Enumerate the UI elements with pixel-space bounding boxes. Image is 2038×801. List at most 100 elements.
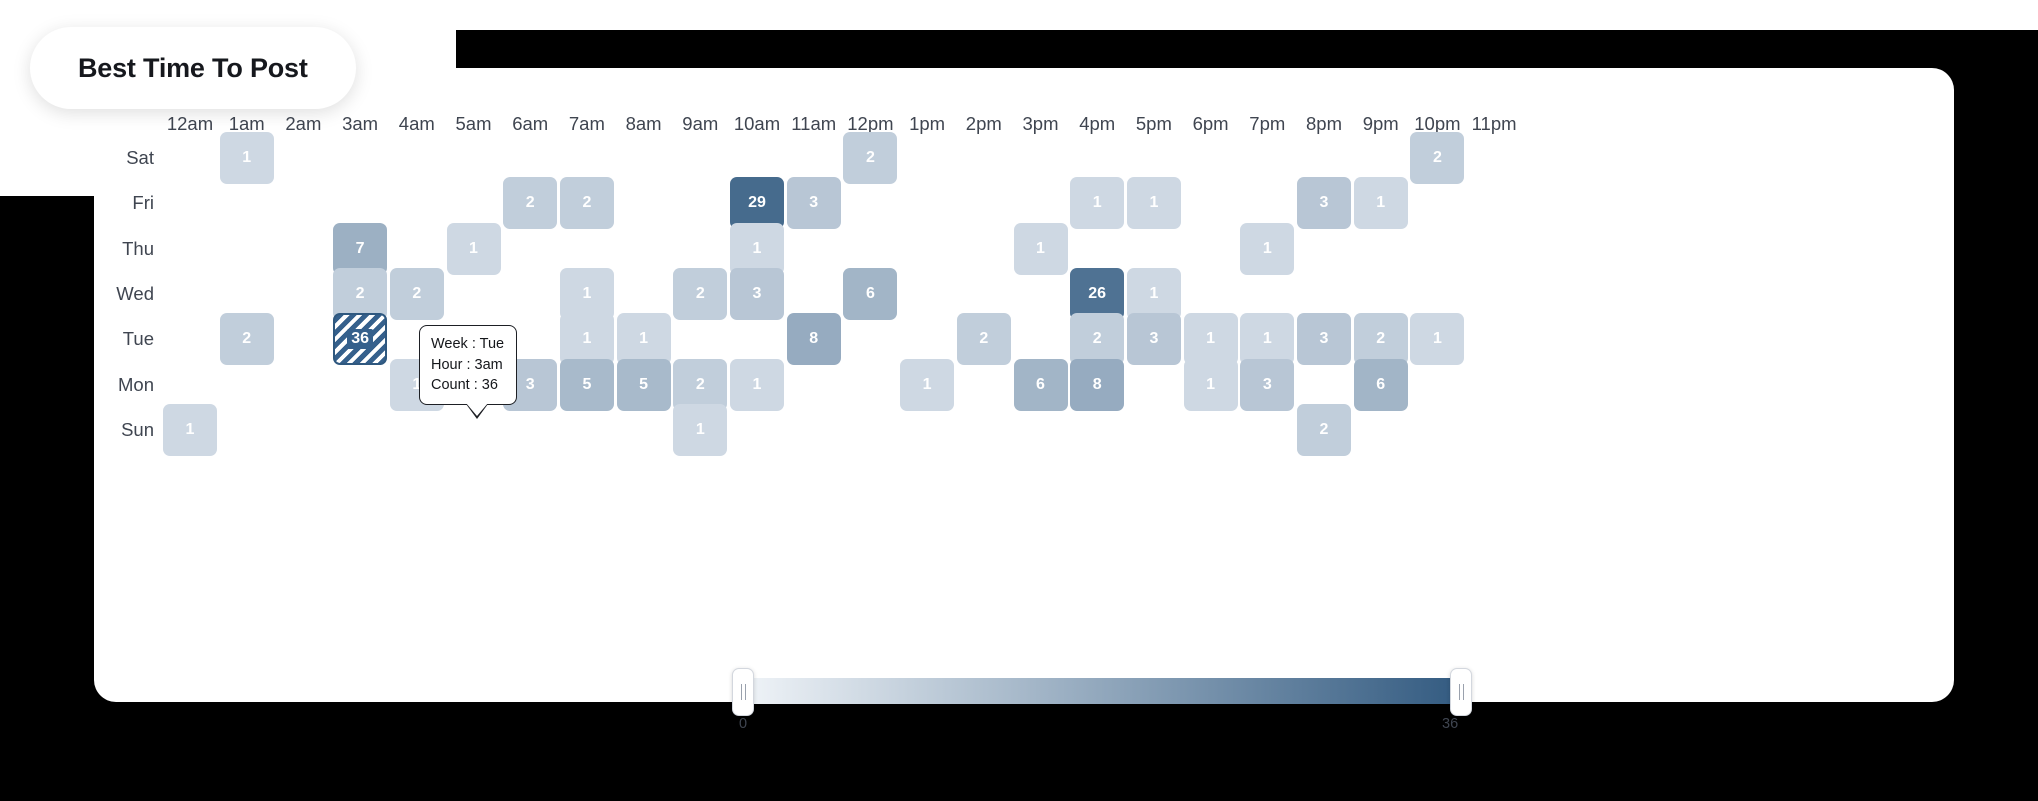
heatmap-cell-tue-7pm[interactable]: 1 xyxy=(1240,313,1295,366)
day-label-Sat: Sat xyxy=(126,147,154,168)
heatmap-cell-mon-9pm[interactable]: 6 xyxy=(1353,358,1408,411)
hour-header-5am: 5am xyxy=(455,113,492,134)
heatmap-cell-value: 2 xyxy=(525,194,535,212)
color-scale-min-handle[interactable] xyxy=(732,668,754,716)
heatmap-cell-sun-12am[interactable]: 1 xyxy=(163,403,217,456)
heatmap-cell-value: 8 xyxy=(809,330,819,348)
heatmap-cell-tue-9pm[interactable]: 2 xyxy=(1353,313,1408,366)
hour-header-4pm: 4pm xyxy=(1079,113,1116,134)
heatmap-cell-thu-10am[interactable]: 1 xyxy=(730,222,784,275)
hour-header-6pm: 6pm xyxy=(1192,113,1229,134)
heatmap-cell-mon-7am[interactable]: 5 xyxy=(559,358,614,411)
tooltip-week-line: Week : Tue xyxy=(431,336,505,352)
heatmap-cell-fri-9pm[interactable]: 1 xyxy=(1353,177,1408,230)
heatmap-cell-value: 1 xyxy=(695,420,705,438)
color-scale-gradient-track[interactable] xyxy=(742,678,1460,704)
heatmap-cell-fri-4pm[interactable]: 1 xyxy=(1070,177,1125,230)
heatmap-cell-value: 8 xyxy=(1092,375,1102,393)
heatmap-cell-wed-4pm[interactable]: 26 xyxy=(1070,267,1125,320)
tooltip-count-line: Count : 36 xyxy=(431,377,498,394)
heatmap-cell-thu-7pm[interactable]: 1 xyxy=(1240,222,1295,275)
heatmap-cell-value: 3 xyxy=(809,194,819,212)
heatmap-cell-wed-9am[interactable]: 2 xyxy=(673,267,728,320)
day-label-Tue: Tue xyxy=(122,328,154,350)
heatmap-cell-tue-1am[interactable]: 2 xyxy=(219,313,274,366)
heatmap-cell-sun-9am[interactable]: 1 xyxy=(673,403,728,456)
grip-icon xyxy=(1458,684,1464,700)
heatmap-cell-mon-10am[interactable]: 1 xyxy=(730,358,784,411)
heatmap-cell-value: 1 xyxy=(469,239,478,257)
heatmap-cell-mon-7pm[interactable]: 3 xyxy=(1240,358,1295,411)
heatmap-cell-wed-5pm[interactable]: 1 xyxy=(1126,267,1181,320)
heatmap-cell-value: 2 xyxy=(582,194,592,212)
heatmap-cell-value: 2 xyxy=(355,284,365,302)
heatmap-cell-fri-8pm[interactable]: 3 xyxy=(1297,177,1351,230)
heatmap-cell-value: 5 xyxy=(639,375,649,393)
page-title-pill: Best Time To Post xyxy=(30,27,356,109)
heatmap-cell-fri-7am[interactable]: 2 xyxy=(559,177,614,230)
hour-header-5pm: 5pm xyxy=(1135,113,1172,134)
heatmap-cell-tue-10pm[interactable]: 1 xyxy=(1410,313,1465,366)
heatmap-cell-sat-12pm[interactable]: 2 xyxy=(843,132,898,184)
heatmap-cell-mon-4pm[interactable]: 8 xyxy=(1070,358,1125,411)
heatmap-cell-wed-4am[interactable]: 2 xyxy=(389,267,444,320)
color-scale-max-handle[interactable] xyxy=(1450,668,1472,716)
heatmap-cell-tue-4pm[interactable]: 2 xyxy=(1070,313,1125,366)
heatmap-cell-thu-5am[interactable]: 1 xyxy=(446,222,501,275)
heatmap-cell-thu-3am[interactable]: 7 xyxy=(333,222,388,275)
hour-header-1pm: 1pm xyxy=(909,113,946,134)
heatmap-cell-mon-1pm[interactable]: 1 xyxy=(900,358,955,411)
heatmap-cell-tue-2pm[interactable]: 2 xyxy=(956,313,1011,366)
heatmap-cell-fri-11am[interactable]: 3 xyxy=(786,177,841,230)
heatmap-cell-fri-5pm[interactable]: 1 xyxy=(1126,177,1181,230)
heatmap-cell-value: 3 xyxy=(525,375,535,393)
hour-header-11am: 11am xyxy=(791,113,837,134)
heatmap-cell-fri-10am[interactable]: 29 xyxy=(730,177,784,230)
heatmap-cell-tue-3am[interactable]: 36 xyxy=(333,313,388,366)
heatmap-cell-tue-8am[interactable]: 1 xyxy=(616,313,671,366)
heatmap-cell-tue-5pm[interactable]: 3 xyxy=(1126,313,1181,366)
heatmap-cell-tue-8pm[interactable]: 3 xyxy=(1297,313,1351,366)
heatmap-cell-mon-3pm[interactable]: 6 xyxy=(1013,358,1068,411)
heatmap-cell-tue-11am[interactable]: 8 xyxy=(786,313,841,366)
hour-header-11pm: 11pm xyxy=(1471,113,1517,134)
heatmap-cell-value: 26 xyxy=(1088,284,1107,302)
heatmap-cell-mon-6pm[interactable]: 1 xyxy=(1183,358,1238,411)
heatmap-cell-value: 7 xyxy=(355,239,365,257)
hour-header-8am: 8am xyxy=(625,113,662,134)
heatmap-cell-value: 6 xyxy=(865,284,875,302)
hour-header-9pm: 9pm xyxy=(1362,113,1399,134)
heatmap-cell-mon-8am[interactable]: 5 xyxy=(616,358,671,411)
heatmap-cell-value: 3 xyxy=(1319,330,1329,348)
heatmap-cell-wed-3am[interactable]: 2 xyxy=(333,267,388,320)
heatmap-cell-value: 1 xyxy=(1262,330,1272,348)
heatmap-cell-tue-7am[interactable]: 1 xyxy=(559,313,614,366)
hour-header-2pm: 2pm xyxy=(965,113,1002,134)
cell-tooltip: Week : Tue Hour : 3am Count : 36 xyxy=(419,325,517,419)
heatmap-cell-value: 1 xyxy=(922,375,932,393)
heatmap-cell-value: 1 xyxy=(1376,194,1386,212)
heatmap-cell-sun-8pm[interactable]: 2 xyxy=(1297,403,1351,456)
tooltip-hour-line: Hour : 3am xyxy=(431,356,503,373)
heatmap-cell-fri-6am[interactable]: 2 xyxy=(503,177,558,230)
heatmap-chart: 12am 1am 2am 3am 4am 5am 6am 7am 8am 9am 10am 11am 1… xyxy=(94,68,1954,702)
heatmap-cell-sat-1am[interactable]: 1 xyxy=(219,132,274,184)
heatmap-cell-tue-6pm[interactable]: 1 xyxy=(1183,313,1238,366)
heatmap-cell-value: 1 xyxy=(582,330,592,348)
heatmap-cell-wed-10am[interactable]: 3 xyxy=(730,267,784,320)
color-scale-max-label: 36 xyxy=(1442,716,1459,732)
hour-header-2am: 2am xyxy=(285,113,322,134)
color-scale-slider[interactable]: 0 36 xyxy=(732,668,1472,732)
best-time-to-post-card: 12am 1am 2am 3am 4am 5am 6am 7am 8am 9am 10am 11am 1… xyxy=(94,68,1954,732)
heatmap-cell-thu-3pm[interactable]: 1 xyxy=(1013,222,1068,275)
heatmap-cell-sat-10pm[interactable]: 2 xyxy=(1410,132,1465,184)
heatmap-cell-value: 1 xyxy=(752,375,762,393)
heatmap-cell-value: 1 xyxy=(185,420,195,438)
hour-header-6am: 6am xyxy=(512,113,549,134)
heatmap-cell-mon-9am[interactable]: 2 xyxy=(673,358,728,411)
heatmap-cell-value: 1 xyxy=(1206,330,1216,348)
heatmap-cell-wed-12pm[interactable]: 6 xyxy=(843,267,898,320)
heatmap-cell-value: 3 xyxy=(1319,194,1329,212)
heatmap-cell-wed-7am[interactable]: 1 xyxy=(559,267,614,320)
color-scale-min-label: 0 xyxy=(739,716,748,732)
